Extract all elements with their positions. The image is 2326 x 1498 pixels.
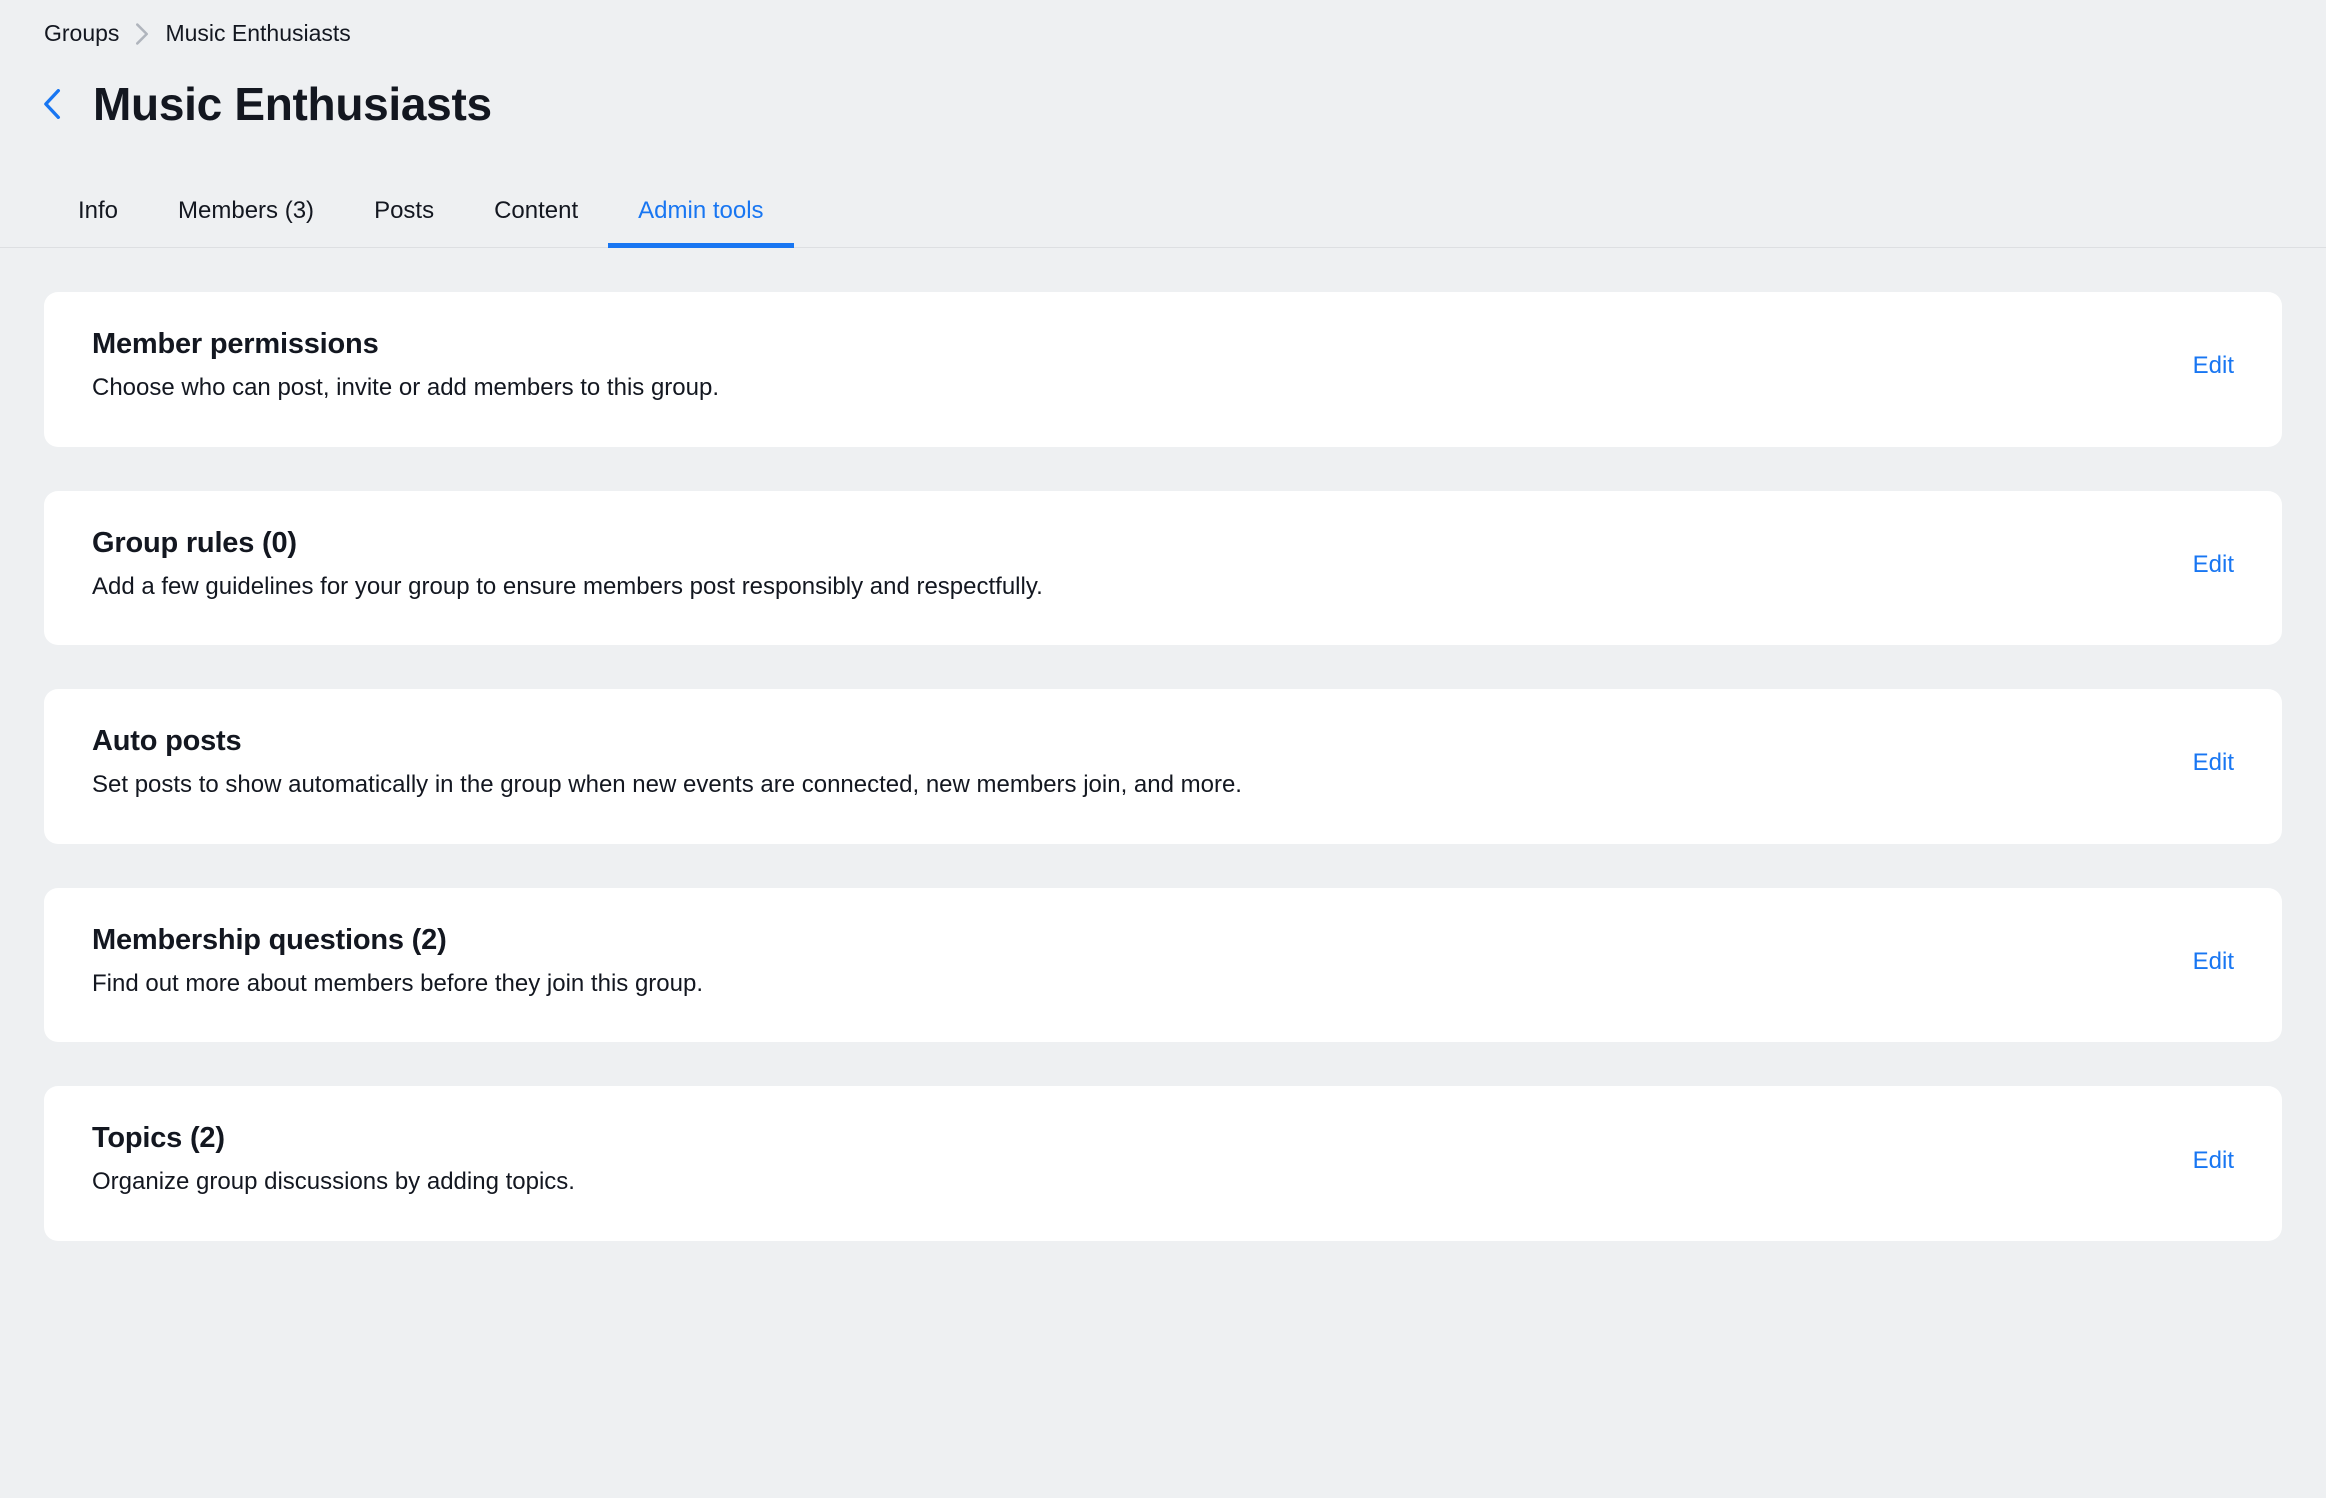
tab-info[interactable]: Info — [44, 179, 148, 247]
card-title: Member permissions — [92, 328, 2169, 361]
page-container: Groups Music Enthusiasts Music Enthusias… — [0, 0, 2326, 1241]
card-text: Group rules (0) Add a few guidelines for… — [92, 527, 2169, 604]
edit-button[interactable]: Edit — [2193, 352, 2234, 380]
card-description: Set posts to show automatically in the g… — [92, 768, 2169, 802]
card-auto-posts: Auto posts Set posts to show automatical… — [44, 689, 2282, 844]
edit-button[interactable]: Edit — [2193, 749, 2234, 777]
card-text: Auto posts Set posts to show automatical… — [92, 725, 2169, 802]
card-description: Add a few guidelines for your group to e… — [92, 570, 2169, 604]
breadcrumb: Groups Music Enthusiasts — [0, 0, 2326, 61]
card-topics: Topics (2) Organize group discussions by… — [44, 1086, 2282, 1241]
tab-members[interactable]: Members (3) — [148, 179, 344, 247]
card-description: Organize group discussions by adding top… — [92, 1165, 2169, 1199]
edit-button[interactable]: Edit — [2193, 551, 2234, 579]
content-area: Member permissions Choose who can post, … — [0, 248, 2326, 1241]
card-title: Auto posts — [92, 725, 2169, 758]
page-title: Music Enthusiasts — [93, 77, 492, 131]
tab-posts[interactable]: Posts — [344, 179, 464, 247]
card-member-permissions: Member permissions Choose who can post, … — [44, 292, 2282, 447]
card-description: Choose who can post, invite or add membe… — [92, 371, 2169, 405]
edit-button[interactable]: Edit — [2193, 948, 2234, 976]
card-membership-questions: Membership questions (2) Find out more a… — [44, 888, 2282, 1043]
card-group-rules: Group rules (0) Add a few guidelines for… — [44, 491, 2282, 646]
edit-button[interactable]: Edit — [2193, 1147, 2234, 1175]
breadcrumb-current: Music Enthusiasts — [165, 20, 350, 47]
card-title: Membership questions (2) — [92, 924, 2169, 957]
card-description: Find out more about members before they … — [92, 967, 2169, 1001]
back-button[interactable] — [44, 89, 61, 119]
chevron-right-icon — [135, 23, 149, 45]
tab-content[interactable]: Content — [464, 179, 608, 247]
card-text: Membership questions (2) Find out more a… — [92, 924, 2169, 1001]
card-text: Topics (2) Organize group discussions by… — [92, 1122, 2169, 1199]
card-title: Group rules (0) — [92, 527, 2169, 560]
tabs: Info Members (3) Posts Content Admin too… — [0, 179, 2326, 248]
card-text: Member permissions Choose who can post, … — [92, 328, 2169, 405]
card-title: Topics (2) — [92, 1122, 2169, 1155]
tab-admin-tools[interactable]: Admin tools — [608, 179, 793, 247]
breadcrumb-root[interactable]: Groups — [44, 20, 119, 47]
page-header: Music Enthusiasts — [0, 61, 2326, 179]
